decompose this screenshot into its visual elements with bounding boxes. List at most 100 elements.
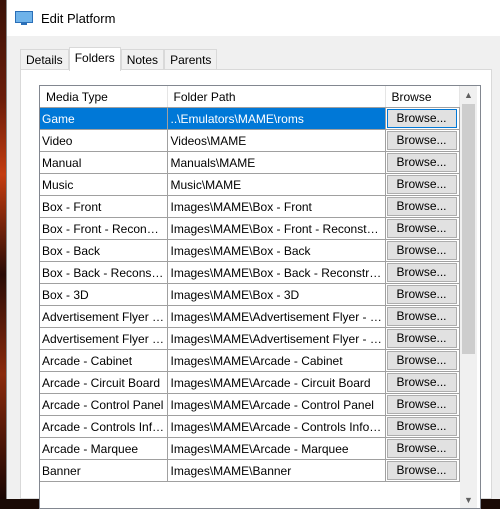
media-folders-table: Media Type Folder Path Browse Game ..\Emu… [40,86,460,482]
table-row[interactable]: Box - Back Images\MAME\Box - Back Browse..… [40,239,460,262]
browse-cell: Browse... [385,459,460,482]
tab-strip: Details Folders Notes Parents [20,47,218,71]
title-bar[interactable]: Edit Platform [7,0,500,36]
media-type-cell[interactable]: Box - Back [40,239,168,262]
folder-path-cell[interactable]: Images\MAME\Box - Front [167,195,386,218]
media-type-cell[interactable]: Arcade - Circuit Board [40,371,168,394]
table-row[interactable]: Music Music\MAME Browse... [40,173,460,196]
tab-folders[interactable]: Folders [68,47,121,71]
browse-cell: Browse... [385,415,460,438]
browse-button[interactable]: Browse... [386,417,457,436]
folder-path-cell[interactable]: Images\MAME\Arcade - Control Panel [167,393,386,416]
media-type-cell[interactable]: Arcade - Controls Info... [40,415,168,438]
folder-path-cell[interactable]: Videos\MAME [167,129,386,152]
media-type-cell[interactable]: Arcade - Control Panel [40,393,168,416]
browse-button[interactable]: Browse... [386,263,457,282]
browse-cell: Browse... [385,283,460,306]
table-row[interactable]: Box - 3D Images\MAME\Box - 3D Browse... [40,283,460,306]
browse-button[interactable]: Browse... [386,285,457,304]
browse-button[interactable]: Browse... [386,153,457,172]
media-type-cell[interactable]: Banner [40,459,168,482]
folder-path-cell[interactable]: Images\MAME\Box - Front - Reconstructed [167,217,386,240]
media-type-cell[interactable]: Manual [40,151,168,174]
media-type-cell[interactable]: Arcade - Marquee [40,437,168,460]
folder-path-cell[interactable]: Images\MAME\Advertisement Flyer - Front [167,305,386,328]
media-type-cell[interactable]: Game [40,107,168,130]
media-type-cell[interactable]: Video [40,129,168,152]
edit-platform-window: Edit Platform Details Folders Notes Pare… [6,0,500,509]
folder-path-cell[interactable]: ..\Emulators\MAME\roms [167,107,386,130]
table-header-row: Media Type Folder Path Browse [40,86,460,108]
column-header-folder-path[interactable]: Folder Path [167,86,386,108]
media-type-cell[interactable]: Box - Back - Reconstru... [40,261,168,284]
folder-path-cell[interactable]: Images\MAME\Arcade - Controls Informat..… [167,415,386,438]
media-type-cell[interactable]: Box - 3D [40,283,168,306]
scroll-up-arrow-icon[interactable]: ▲ [460,86,477,103]
folder-path-cell[interactable]: Images\MAME\Box - 3D [167,283,386,306]
folder-path-cell[interactable]: Images\MAME\Box - Back [167,239,386,262]
scrollbar-thumb[interactable] [462,104,475,354]
column-header-browse[interactable]: Browse [385,86,460,108]
browse-cell: Browse... [385,195,460,218]
browse-cell: Browse... [385,393,460,416]
folder-path-cell[interactable]: Images\MAME\Arcade - Cabinet [167,349,386,372]
browse-cell: Browse... [385,151,460,174]
browse-button[interactable]: Browse... [386,307,457,326]
table-row[interactable]: Banner Images\MAME\Banner Browse... [40,459,460,482]
folder-path-cell[interactable]: Images\MAME\Box - Back - Reconstructed [167,261,386,284]
folder-path-cell[interactable]: Images\MAME\Banner [167,459,386,482]
window-title: Edit Platform [41,10,116,26]
table-row[interactable]: Box - Front Images\MAME\Box - Front Browse… [40,195,460,218]
tab-details[interactable]: Details [20,49,69,70]
browse-button[interactable]: Browse... [386,461,457,480]
table-row[interactable]: Arcade - Marquee Images\MAME\Arcade - Mar… [40,437,460,460]
browse-button[interactable]: Browse... [386,439,457,458]
media-type-cell[interactable]: Advertisement Flyer - ... [40,327,168,350]
vertical-scrollbar[interactable]: ▲ ▼ [460,86,477,508]
folder-path-cell[interactable]: Images\MAME\Advertisement Flyer - Back [167,327,386,350]
folder-path-cell[interactable]: Images\MAME\Arcade - Circuit Board [167,371,386,394]
column-header-media-type[interactable]: Media Type [40,86,168,108]
table-row[interactable]: Arcade - Control Panel Images\MAME\Arcade… [40,393,460,416]
table-row[interactable]: Arcade - Cabinet Images\MAME\Arcade - Cab… [40,349,460,372]
browse-button[interactable]: Browse... [386,395,457,414]
browse-button[interactable]: Browse... [386,197,457,216]
browse-cell: Browse... [385,437,460,460]
browse-button[interactable]: Browse... [386,175,457,194]
browse-cell: Browse... [385,107,460,130]
folder-path-cell[interactable]: Manuals\MAME [167,151,386,174]
folder-path-cell[interactable]: Music\MAME [167,173,386,196]
media-type-cell[interactable]: Box - Front - Reconstruct... [40,217,168,240]
table-row[interactable]: Box - Back - Reconstru... Images\MAME\Box… [40,261,460,284]
table-row[interactable]: Manual Manuals\MAME Browse... [40,151,460,174]
folder-path-cell[interactable]: Images\MAME\Arcade - Marquee [167,437,386,460]
tab-notes[interactable]: Notes [120,49,165,70]
table-row[interactable]: Arcade - Controls Info... Images\MAME\Arc… [40,415,460,438]
table-row[interactable]: Arcade - Circuit Board Images\MAME\Arcade… [40,371,460,394]
browse-button[interactable]: Browse... [386,109,457,128]
browse-cell: Browse... [385,173,460,196]
media-type-cell[interactable]: Music [40,173,168,196]
table-row[interactable]: Box - Front - Reconstruct...Images\MAME\… [40,217,460,240]
media-type-cell[interactable]: Arcade - Cabinet [40,349,168,372]
browse-button[interactable]: Browse... [386,219,457,238]
folders-tab-panel: Media Type Folder Path Browse Game ..\Emu… [20,69,492,509]
browse-button[interactable]: Browse... [386,351,457,370]
browse-cell: Browse... [385,349,460,372]
browse-cell: Browse... [385,217,460,240]
browse-button[interactable]: Browse... [386,373,457,392]
scroll-down-arrow-icon[interactable]: ▼ [460,491,477,508]
browse-cell: Browse... [385,305,460,328]
browse-button[interactable]: Browse... [386,329,457,348]
browse-button[interactable]: Browse... [386,131,457,150]
table-row[interactable]: Advertisement Flyer - ... Images\MAME\Adv… [40,327,460,350]
tab-parents[interactable]: Parents [164,49,218,70]
table-row[interactable]: Video Videos\MAME Browse... [40,129,460,152]
browse-cell: Browse... [385,129,460,152]
table-row[interactable]: Game ..\Emulators\MAME\roms Browse... [40,107,460,130]
table-row[interactable]: Advertisement Flyer - ... Images\MAME\Adv… [40,305,460,328]
media-type-cell[interactable]: Box - Front [40,195,168,218]
browse-button[interactable]: Browse... [386,241,457,260]
media-type-cell[interactable]: Advertisement Flyer - ... [40,305,168,328]
browse-cell: Browse... [385,371,460,394]
